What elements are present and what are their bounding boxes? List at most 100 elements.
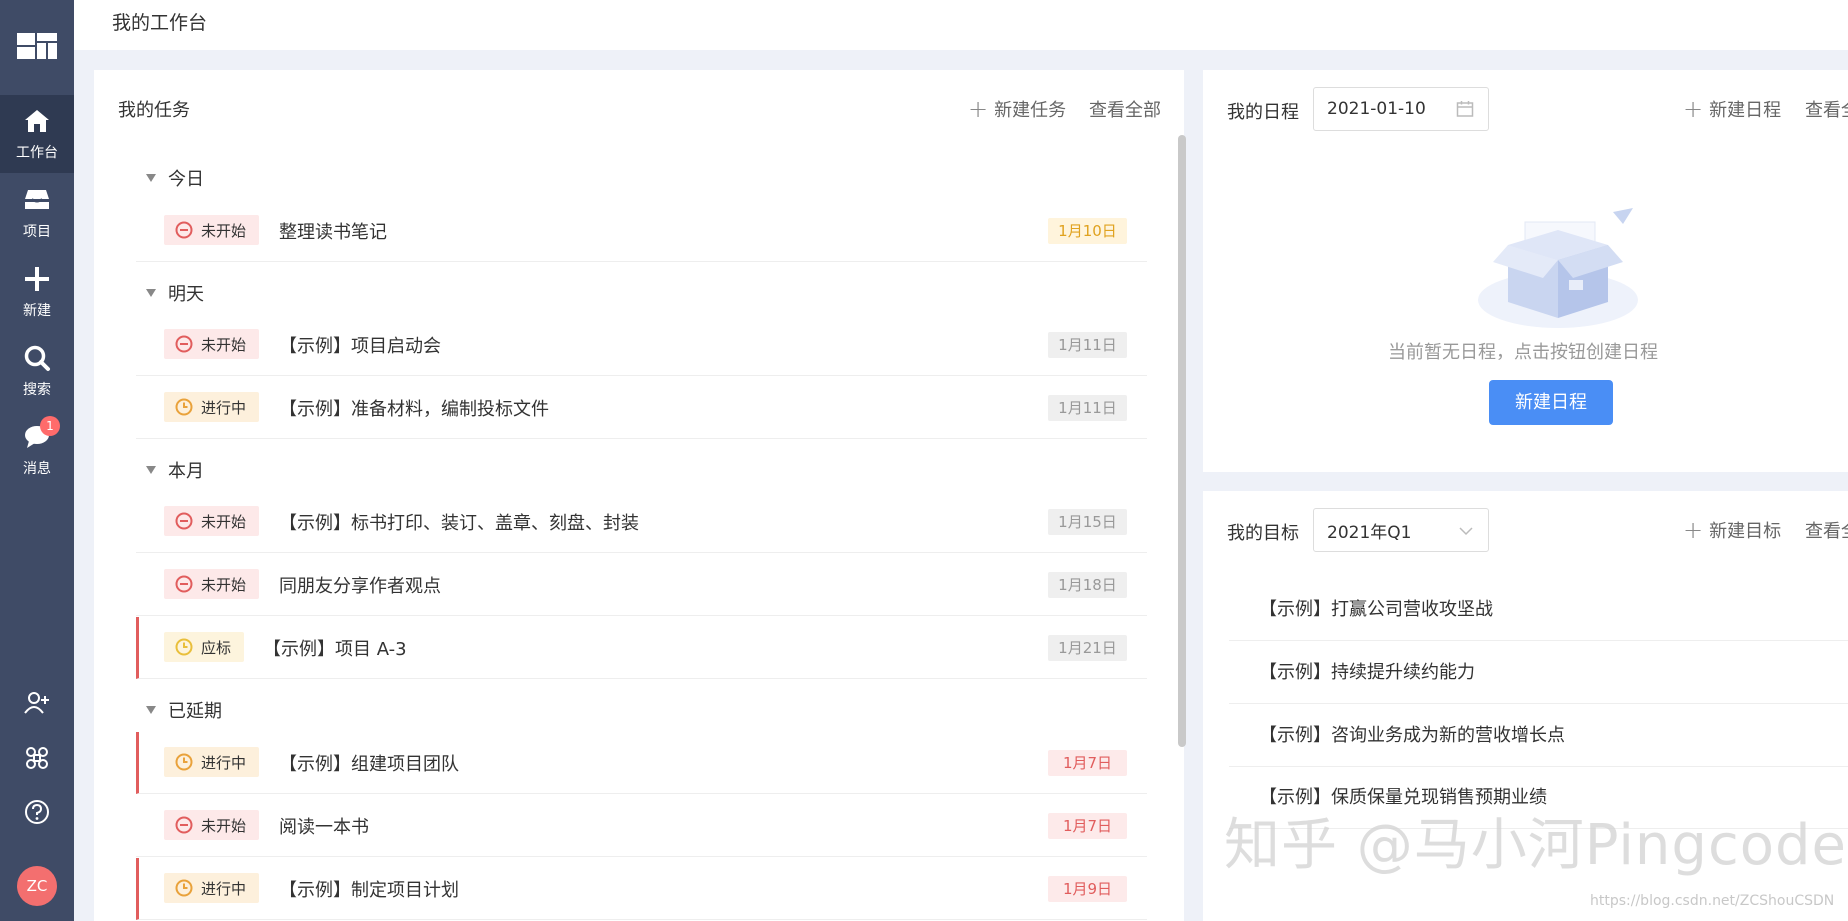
page-title: 我的工作台 xyxy=(112,12,208,34)
help-button[interactable] xyxy=(0,787,74,837)
watermark-text: 知乎 @马小河Pingcode xyxy=(1224,813,1847,878)
status-badge[interactable]: 未开始 xyxy=(164,506,260,536)
plus-icon: + xyxy=(968,95,989,123)
nav-label: 工作台 xyxy=(16,145,58,161)
new-schedule-label: 新建日程 xyxy=(1709,100,1782,121)
not-started-icon xyxy=(175,221,193,239)
due-date: 1月11日 xyxy=(1048,332,1127,358)
due-date: 1月21日 xyxy=(1048,635,1127,661)
status-label: 进行中 xyxy=(201,879,247,898)
view-all-schedule-link[interactable]: 查看全 xyxy=(1805,96,1848,122)
task-name: 【示例】项目启动会 xyxy=(279,336,441,357)
nav-messages[interactable]: 1 消息 xyxy=(0,411,74,489)
goal-period: 2021年Q1 xyxy=(1327,522,1412,543)
status-label: 进行中 xyxy=(201,398,247,417)
chevron-down-icon xyxy=(1459,527,1473,536)
group-today[interactable]: 今日 xyxy=(136,163,204,193)
task-row[interactable]: 未开始 阅读一本书 1月7日 xyxy=(136,795,1147,857)
task-row[interactable]: 应标 【示例】项目 A-3 1月21日 xyxy=(136,617,1147,679)
due-date: 1月9日 xyxy=(1048,876,1127,902)
goals-title: 我的目标 xyxy=(1227,523,1299,544)
task-row[interactable]: 进行中 【示例】制定项目计划 1月9日 xyxy=(136,858,1147,920)
group-title: 今日 xyxy=(168,169,204,190)
goal-item[interactable]: 【示例】持续提升续约能力 xyxy=(1229,642,1848,704)
group-tomorrow[interactable]: 明天 xyxy=(136,278,204,308)
goal-period-select[interactable]: 2021年Q1 xyxy=(1313,508,1489,552)
schedule-date-picker[interactable]: 2021-01-10 xyxy=(1313,87,1489,131)
new-schedule-button[interactable]: + 新建日程 xyxy=(1683,96,1781,122)
collapse-triangle-icon xyxy=(146,289,156,297)
view-all-tasks-link[interactable]: 查看全部 xyxy=(1089,96,1161,122)
status-label: 未开始 xyxy=(201,816,247,835)
new-goal-button[interactable]: + 新建目标 xyxy=(1683,517,1781,543)
add-member-button[interactable] xyxy=(0,678,74,728)
task-name: 【示例】组建项目团队 xyxy=(279,754,459,775)
task-row[interactable]: 未开始 【示例】项目启动会 1月11日 xyxy=(136,314,1147,376)
command-icon xyxy=(26,747,48,769)
due-date: 1月7日 xyxy=(1048,750,1127,776)
task-name: 【示例】准备材料，编制投标文件 xyxy=(279,399,549,420)
group-title: 已延期 xyxy=(168,701,222,722)
plus-icon xyxy=(22,264,52,294)
status-badge[interactable]: 未开始 xyxy=(164,329,260,359)
due-date: 1月11日 xyxy=(1048,395,1127,421)
status-badge[interactable]: 未开始 xyxy=(164,569,260,599)
status-label: 应标 xyxy=(201,638,232,657)
nav-search[interactable]: 搜索 xyxy=(0,332,74,410)
due-date: 1月18日 xyxy=(1048,572,1127,598)
nav-project[interactable]: 项目 xyxy=(0,174,74,252)
avatar[interactable]: ZC xyxy=(17,866,57,906)
message-badge: 1 xyxy=(40,416,60,436)
group-overdue[interactable]: 已延期 xyxy=(136,695,222,725)
help-icon xyxy=(25,800,49,824)
status-badge[interactable]: 进行中 xyxy=(164,747,260,777)
status-badge[interactable]: 未开始 xyxy=(164,215,260,245)
add-member-icon xyxy=(24,692,49,714)
watermark-url: https://blog.csdn.net/ZCShouCSDN xyxy=(1590,893,1835,909)
nav-workbench[interactable]: 工作台 xyxy=(0,95,74,173)
view-all-goals-link[interactable]: 查看全 xyxy=(1805,517,1848,543)
task-row[interactable]: 进行中 【示例】准备材料，编制投标文件 1月11日 xyxy=(136,377,1147,439)
tasks-panel: 我的任务 + 新建任务 查看全部 今日 未开始 整理读书笔记 1月10日 明天 … xyxy=(94,70,1186,921)
not-started-icon xyxy=(175,575,193,593)
task-row[interactable]: 未开始 同朋友分享作者观点 1月18日 xyxy=(136,554,1147,616)
goal-item[interactable]: 【示例】咨询业务成为新的营收增长点 xyxy=(1229,705,1848,767)
task-row[interactable]: 未开始 整理读书笔记 1月10日 xyxy=(136,200,1147,262)
group-this-month[interactable]: 本月 xyxy=(136,455,204,485)
not-started-icon xyxy=(175,512,193,530)
collapse-triangle-icon xyxy=(146,706,156,714)
task-name: 同朋友分享作者观点 xyxy=(279,576,441,597)
task-name: 阅读一本书 xyxy=(279,817,369,838)
bidding-clock-icon xyxy=(175,638,193,656)
nav-new[interactable]: 新建 xyxy=(0,253,74,331)
command-button[interactable] xyxy=(0,733,74,783)
home-icon xyxy=(22,106,52,136)
task-list-scrollbar[interactable] xyxy=(1178,135,1186,747)
not-started-icon xyxy=(175,335,193,353)
in-progress-clock-icon xyxy=(175,879,193,897)
task-row[interactable]: 未开始 【示例】标书打印、装订、盖章、刻盘、封装 1月15日 xyxy=(136,491,1147,553)
logo-icon xyxy=(17,33,57,59)
nav-label: 搜索 xyxy=(23,382,51,398)
sidebar: 工作台 项目 新建 搜索 1 消息 ZC xyxy=(0,0,74,921)
group-title: 本月 xyxy=(168,461,204,482)
create-schedule-button[interactable]: 新建日程 xyxy=(1489,380,1613,425)
status-badge[interactable]: 未开始 xyxy=(164,810,260,840)
due-date: 1月7日 xyxy=(1048,813,1127,839)
status-badge[interactable]: 应标 xyxy=(164,632,245,662)
new-task-button[interactable]: + 新建任务 xyxy=(968,96,1066,122)
status-badge[interactable]: 进行中 xyxy=(164,873,260,903)
status-badge[interactable]: 进行中 xyxy=(164,392,260,422)
app-logo[interactable] xyxy=(0,0,74,92)
task-row[interactable]: 进行中 【示例】组建项目团队 1月7日 xyxy=(136,732,1147,794)
goal-item[interactable]: 【示例】打赢公司营收攻坚战 xyxy=(1229,579,1848,641)
group-title: 明天 xyxy=(168,284,204,305)
nav-label: 项目 xyxy=(23,224,51,240)
plus-icon: + xyxy=(1683,516,1704,544)
inbox-icon xyxy=(22,185,52,215)
task-name: 【示例】标书打印、装订、盖章、刻盘、封装 xyxy=(279,513,639,534)
chat-icon: 1 xyxy=(22,416,60,452)
collapse-triangle-icon xyxy=(146,174,156,182)
collapse-triangle-icon xyxy=(146,466,156,474)
status-label: 未开始 xyxy=(201,221,247,240)
